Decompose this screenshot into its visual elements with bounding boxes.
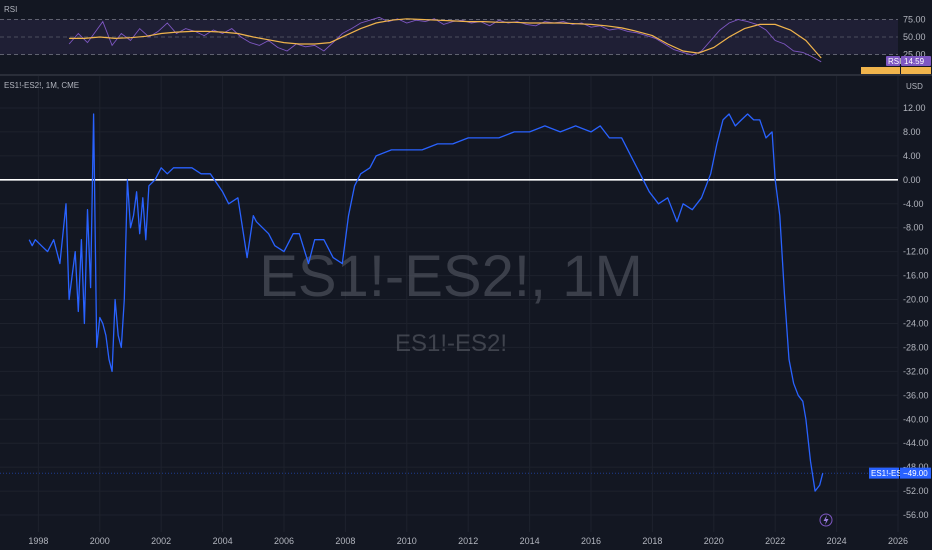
time-axis-tick: 2014 [520,536,540,546]
price-axis-tick: -8.00 [903,223,924,233]
time-axis-tick: 2002 [151,536,171,546]
price-axis-tick: -24.00 [903,318,929,328]
rsi-badge-value: 14.59 [904,57,925,66]
main-legend: ES1!-ES2!, 1M, CME [4,81,79,90]
chart-canvas: RSI 75.00 50.00 25.00 RSI 14.59 ES1!-ES2… [0,0,932,546]
time-axis-tick: 2012 [458,536,478,546]
price-axis[interactable]: 12.00 8.00 4.00 0.00 -4.00 -8.00 -12.00 -16.00 -… [903,103,929,520]
price-axis-tick: -52.00 [903,486,929,496]
price-axis-tick: 12.00 [903,103,926,113]
rsi-ma-badge-value-box [901,67,931,74]
price-axis-tick: -36.00 [903,390,929,400]
rsi-pane: RSI 75.00 50.00 25.00 RSI 14.59 [0,0,931,74]
main-pane: ES1!-ES2!, 1M, CME USD ES1!-ES2!, 1M ES1… [0,76,931,546]
price-axis-tick: -16.00 [903,271,929,281]
price-axis-tick: -28.00 [903,342,929,352]
watermark-subtitle: ES1!-ES2! [395,330,507,357]
time-axis-tick: 2004 [213,536,233,546]
price-axis-tick: -32.00 [903,366,929,376]
price-axis-tick: -40.00 [903,414,929,424]
rsi-axis-tick-50: 50.00 [903,32,926,42]
time-axis-tick: 2016 [581,536,601,546]
time-axis-tick: 2000 [90,536,110,546]
rsi-pane-label: RSI [4,5,17,14]
last-value-price: −49.00 [903,469,928,478]
price-axis-tick: -20.00 [903,295,929,305]
price-axis-tick: -44.00 [903,438,929,448]
watermark-title: ES1!-ES2!, 1M [259,244,643,309]
time-axis-tick: 2006 [274,536,294,546]
time-axis-tick: 1998 [28,536,48,546]
time-axis-tick: 2024 [827,536,847,546]
time-axis[interactable]: 1998 2000 2002 2004 2006 2008 2010 2012 2014 2016… [28,536,908,546]
rsi-ma-badge-box [861,67,900,74]
price-axis-tick: 0.00 [903,175,921,185]
price-axis-tick: 4.00 [903,151,921,161]
currency-label[interactable]: USD [906,82,923,91]
price-axis-tick: -56.00 [903,510,929,520]
price-axis-tick: -4.00 [903,199,924,209]
time-axis-tick: 2020 [704,536,724,546]
rsi-axis-tick-75: 75.00 [903,15,926,25]
time-axis-tick: 2022 [765,536,785,546]
rsi-badge-label: RSI [888,57,901,66]
time-axis-tick: 2010 [397,536,417,546]
time-axis-tick: 2008 [335,536,355,546]
price-axis-tick: 8.00 [903,127,921,137]
price-axis-tick: -12.00 [903,247,929,257]
lightning-icon[interactable] [819,513,833,527]
time-axis-tick: 2018 [642,536,662,546]
time-axis-tick: 2026 [888,536,908,546]
